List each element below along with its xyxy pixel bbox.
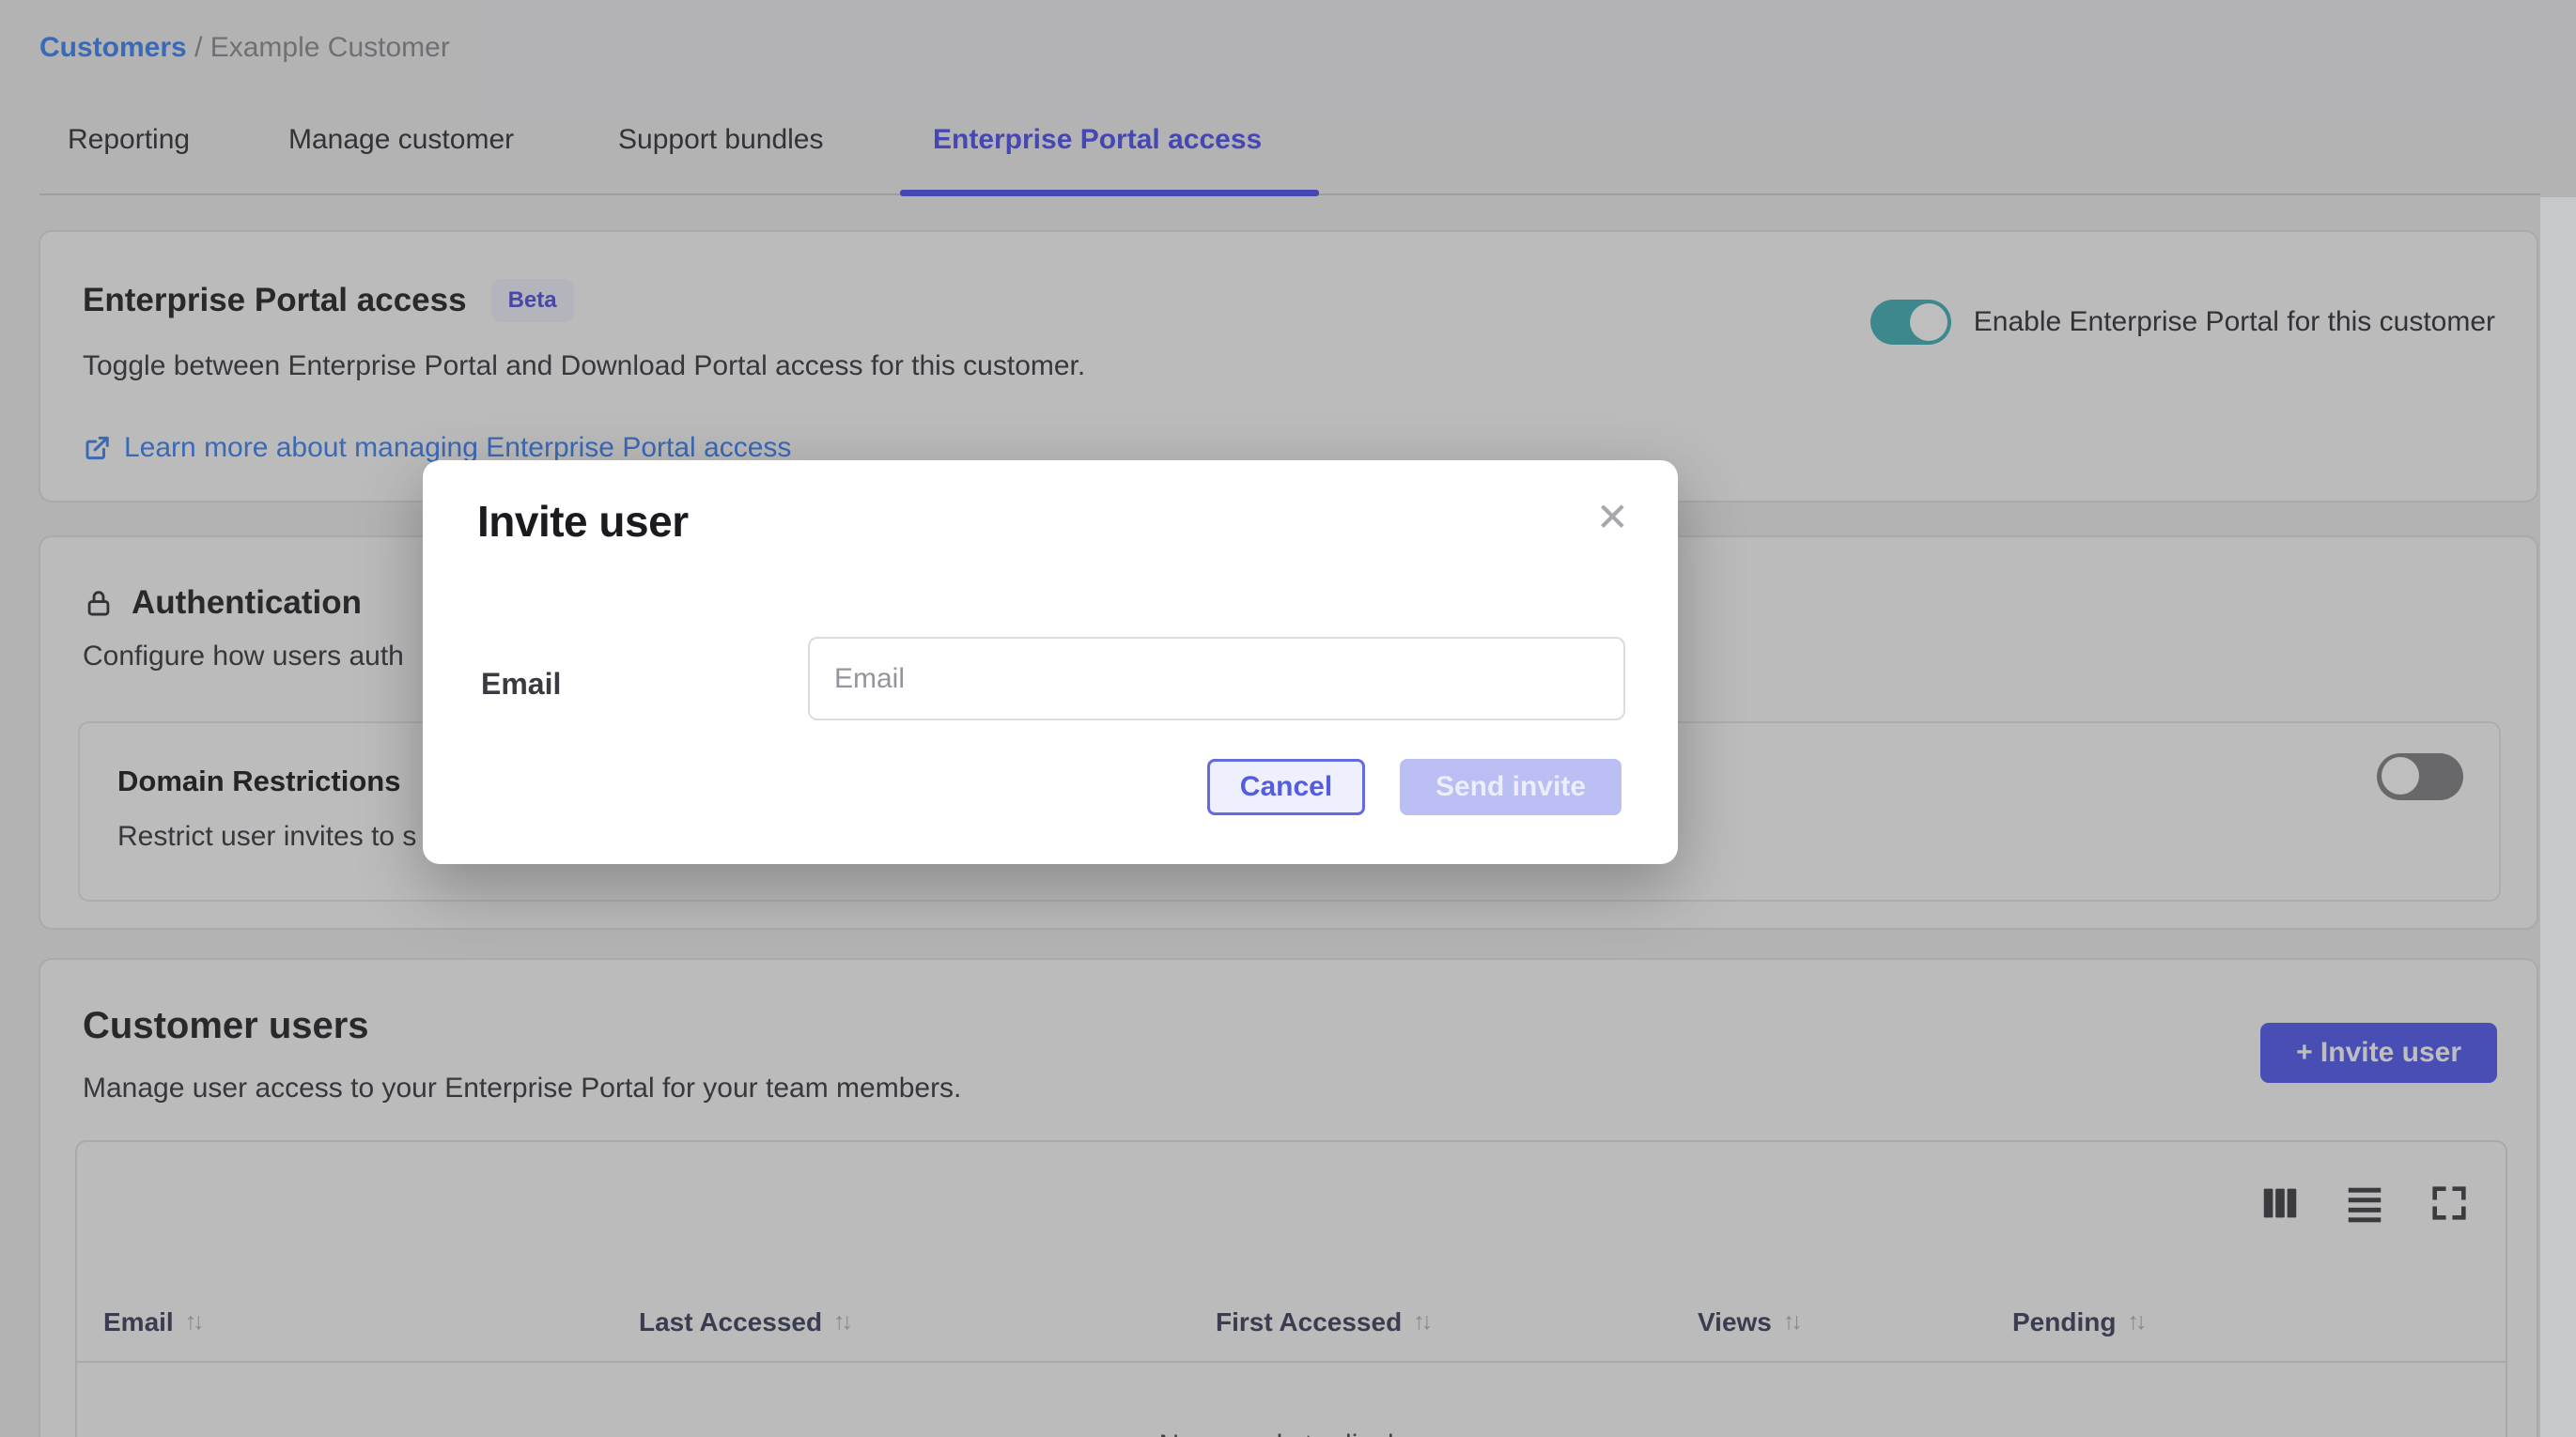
close-icon[interactable]: ✕ <box>1596 498 1629 537</box>
send-invite-button[interactable]: Send invite <box>1400 759 1622 815</box>
modal-title: Invite user <box>477 496 689 547</box>
cancel-button[interactable]: Cancel <box>1207 759 1365 815</box>
scrollbar[interactable] <box>2540 197 2576 1437</box>
email-label: Email <box>481 667 561 702</box>
email-field[interactable] <box>808 637 1625 720</box>
invite-user-modal: Invite user ✕ Email Cancel Send invite <box>423 460 1678 864</box>
